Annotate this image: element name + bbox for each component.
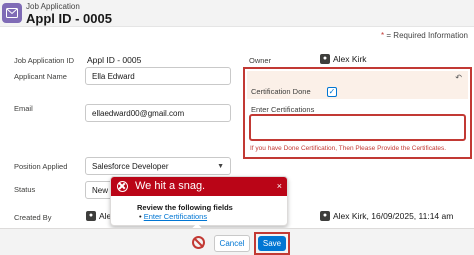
created-by-label: Created By [14, 213, 52, 222]
enter-certifications-textarea[interactable] [249, 114, 466, 141]
position-applied-select[interactable]: Salesforce Developer ▼ [85, 157, 231, 175]
owner-label: Owner [249, 56, 272, 65]
save-button[interactable]: Save [258, 236, 286, 251]
record-title: Appl ID - 0005 [26, 11, 112, 26]
job-application-id-label: Job Application ID [14, 56, 75, 65]
error-icon [117, 181, 128, 192]
popover-title: We hit a snag. [135, 180, 206, 192]
cancel-button[interactable]: Cancel [214, 235, 250, 252]
footer-actions: Cancel Save [0, 228, 474, 255]
review-field-item: • Enter Certifications [139, 212, 208, 221]
chevron-down-icon: ▼ [217, 163, 224, 170]
applicant-name-input[interactable]: Ella Edward [85, 67, 231, 85]
envelope-icon [2, 3, 22, 23]
save-button-highlight: Save [254, 232, 290, 255]
job-application-id-value: Appl ID - 0005 [87, 55, 142, 65]
user-avatar-icon: ● [86, 211, 96, 221]
close-icon[interactable]: × [277, 181, 282, 191]
popover-header: We hit a snag. × [111, 177, 287, 196]
email-input[interactable]: ellaedward00@gmail.com [85, 104, 231, 122]
status-label: Status [14, 185, 36, 194]
undo-icon[interactable]: ↶ [455, 73, 462, 82]
certification-done-checkbox[interactable]: ✓ [327, 87, 337, 97]
record-header: Job Application Appl ID - 0005 [0, 0, 474, 27]
error-popover: We hit a snag. × Review the following fi… [110, 176, 288, 235]
user-avatar-icon: ● [320, 211, 330, 221]
certification-done-label: Certification Done [251, 87, 311, 96]
owner-value[interactable]: Alex Kirk [333, 54, 367, 64]
certification-done-row: ↶ Certification Done ✓ [247, 71, 468, 99]
review-fields-heading: Review the following fields [137, 203, 233, 212]
certification-error-message: If you have Done Certification, Then Ple… [250, 145, 447, 152]
error-indicator-icon[interactable] [192, 236, 205, 249]
position-applied-value: Salesforce Developer [92, 162, 169, 171]
enter-certifications-link[interactable]: Enter Certifications [144, 212, 207, 221]
email-label: Email [14, 104, 33, 113]
applicant-name-label: Applicant Name [14, 72, 67, 81]
required-information-note: * = Required Information [381, 31, 468, 40]
object-name: Job Application [26, 2, 80, 11]
last-modified-value[interactable]: Alex Kirk, 16/09/2025, 11:14 am [333, 211, 453, 221]
certification-section: ↶ Certification Done ✓ Enter Certificati… [243, 67, 472, 159]
position-applied-label: Position Applied [14, 162, 68, 171]
user-avatar-icon: ● [320, 54, 330, 64]
required-star: * [381, 31, 385, 40]
enter-certifications-label: Enter Certifications [251, 105, 315, 114]
